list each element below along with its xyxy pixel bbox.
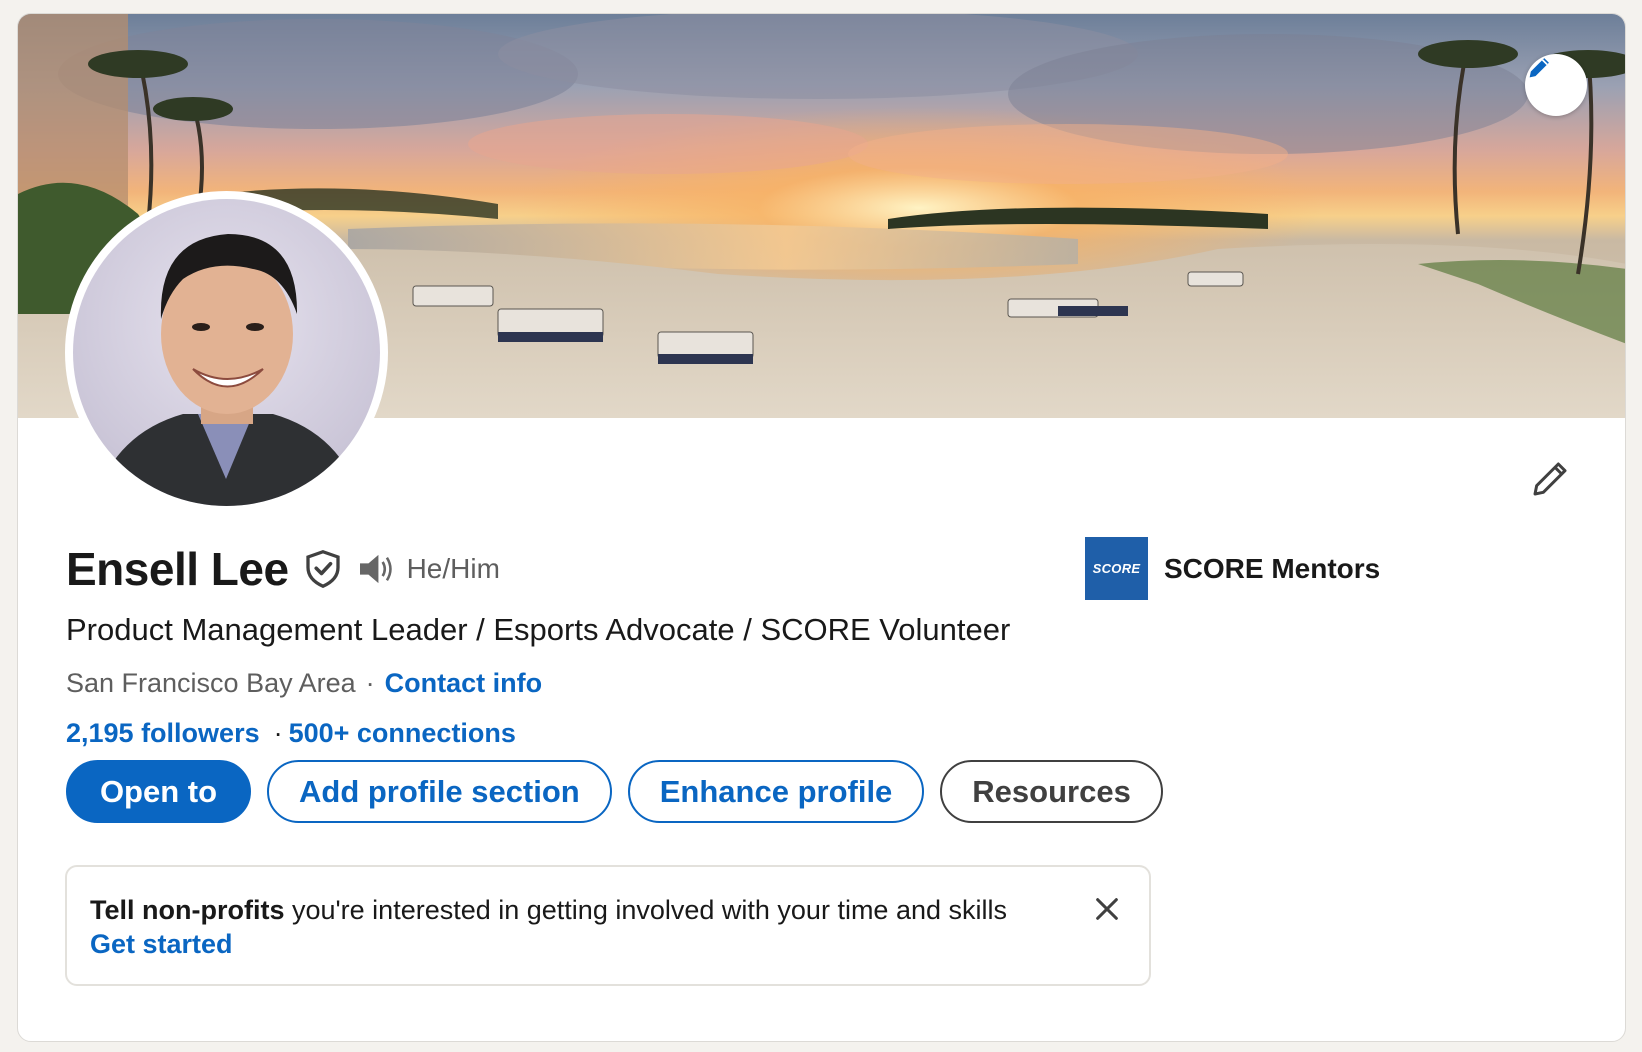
separator: ·	[273, 718, 283, 748]
profile-actions: Open to Add profile section Enhance prof…	[66, 760, 1163, 823]
current-company[interactable]: SCORE SCORE Mentors	[1085, 537, 1380, 600]
close-notice-button[interactable]	[1087, 889, 1127, 929]
pencil-icon	[1529, 58, 1549, 78]
pronouns: He/Him	[406, 553, 500, 584]
notice-text: Tell non-profits you're interested in ge…	[90, 895, 1007, 926]
add-profile-section-button[interactable]: Add profile section	[267, 760, 612, 823]
shield-check-icon[interactable]	[305, 549, 341, 589]
company-logo: SCORE	[1085, 537, 1148, 600]
edit-intro-button[interactable]	[1525, 454, 1575, 504]
close-icon	[1096, 898, 1118, 920]
notice-body-text: you're interested in getting involved wi…	[284, 895, 1007, 925]
edit-banner-button[interactable]	[1525, 54, 1587, 116]
separator: ·	[365, 668, 375, 698]
enhance-profile-button[interactable]: Enhance profile	[627, 760, 925, 823]
company-name: SCORE Mentors	[1164, 552, 1381, 584]
name-row: Ensell Lee He/Him	[66, 542, 500, 596]
profile-card: Ensell Lee He/Him Product Management Lea…	[17, 13, 1626, 1042]
resources-button[interactable]: Resources	[940, 760, 1163, 823]
notice-bold-text: Tell non-profits	[90, 895, 285, 925]
profile-photo[interactable]	[65, 191, 388, 514]
speaker-icon[interactable]	[357, 552, 397, 586]
location: San Francisco Bay Area	[66, 668, 356, 698]
connections-link[interactable]: 500+ connections	[289, 718, 516, 749]
open-to-button[interactable]: Open to	[66, 760, 251, 823]
nonprofit-notice: Tell non-profits you're interested in ge…	[65, 865, 1151, 986]
profile-name: Ensell Lee	[66, 543, 289, 595]
get-started-link[interactable]: Get started	[90, 929, 233, 960]
followers-link[interactable]: 2,195 followers	[66, 718, 260, 749]
company-logo-text: SCORE	[1092, 561, 1141, 576]
network-stats: 2,195 followers · 500+ connections	[66, 718, 516, 749]
pencil-icon	[1533, 462, 1567, 496]
profile-headline: Product Management Leader / Esports Advo…	[66, 612, 1011, 647]
location-row: San Francisco Bay Area · Contact info	[66, 668, 542, 699]
contact-info-link[interactable]: Contact info	[385, 668, 542, 699]
avatar-image	[93, 234, 363, 506]
